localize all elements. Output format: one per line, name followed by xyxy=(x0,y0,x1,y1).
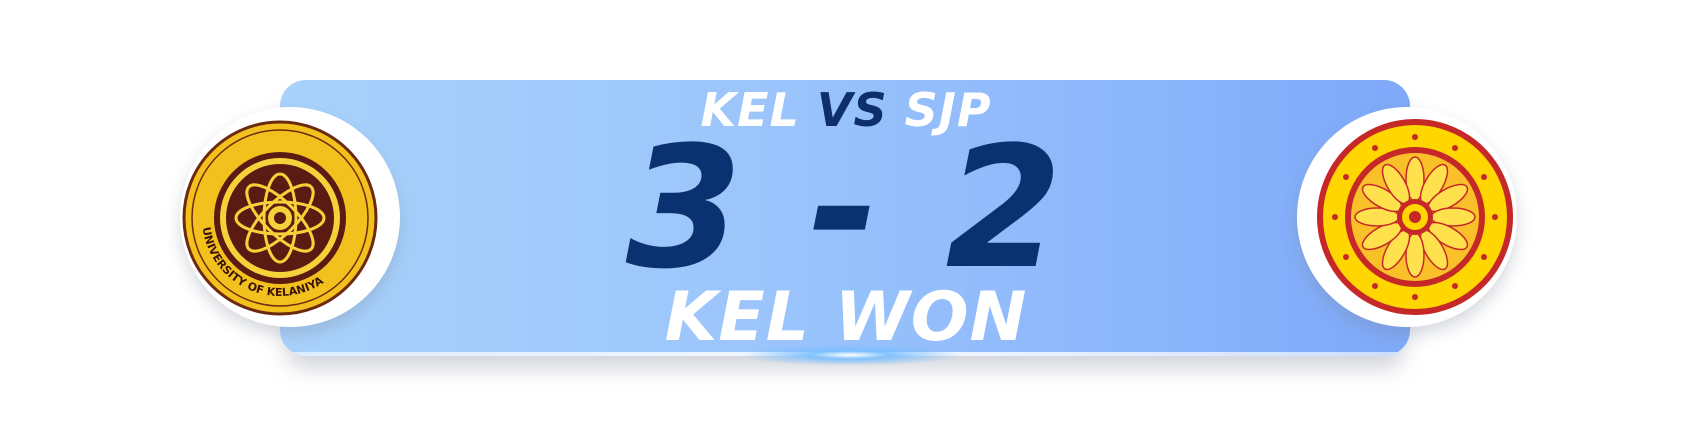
team-a-score: 3 xyxy=(625,110,747,306)
score-separator: - xyxy=(809,110,883,306)
score-display: 3 - 2 xyxy=(0,118,1692,298)
match-result: KEL WON xyxy=(664,278,1028,357)
team-b-score: 2 xyxy=(945,110,1067,306)
